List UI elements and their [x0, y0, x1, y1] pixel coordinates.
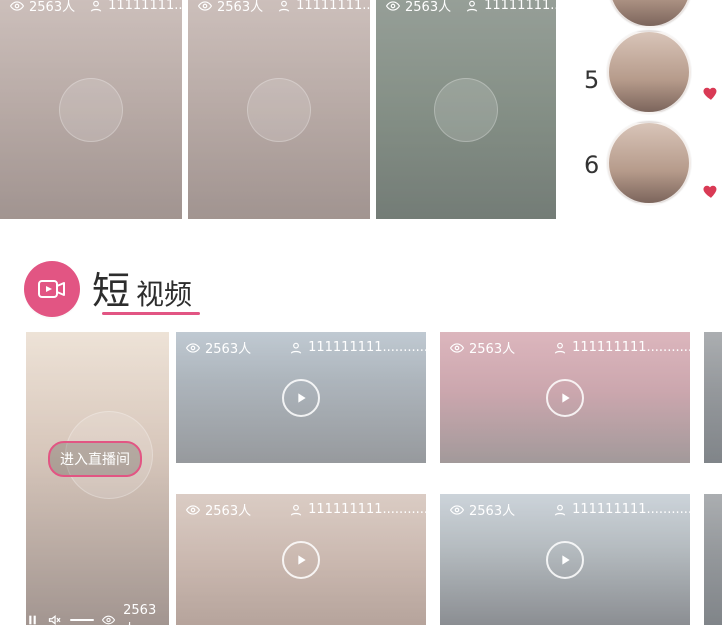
- user-icon: [278, 0, 290, 12]
- views-count-2: 2563人: [217, 0, 264, 15]
- play-icon: [298, 554, 306, 565]
- grid-user-id-4: 111111111...................: [572, 502, 690, 517]
- portrait-placeholder-1: [59, 77, 123, 142]
- views-stat-2: 2563人: [198, 0, 263, 15]
- featured-video-tile[interactable]: [26, 332, 169, 625]
- grid-video-tile-3[interactable]: 2563人 111111111................: [176, 494, 426, 625]
- grid-user-1: 111111111................: [289, 340, 426, 355]
- grid-views-4: 2563人: [450, 500, 515, 519]
- portrait-placeholder-3: [434, 77, 498, 142]
- play-button[interactable]: [282, 540, 320, 579]
- eye-icon: [198, 0, 212, 11]
- partial-video-tile-bottom[interactable]: [704, 494, 722, 625]
- eye-icon: [450, 342, 464, 353]
- grid-video-tile-1[interactable]: 2563人 111111111................: [176, 332, 426, 463]
- rank-avatar-top[interactable]: [608, 0, 692, 28]
- partial-video-tile-top[interactable]: [704, 332, 722, 463]
- grid-views-count-3: 2563人: [205, 504, 252, 519]
- top-stats-1: 2563人 11111111.....: [10, 0, 182, 15]
- user-id-3: 11111111.....: [484, 0, 556, 13]
- views-count-1: 2563人: [29, 0, 76, 15]
- rank-avatar-5[interactable]: [607, 30, 691, 114]
- views-stat-1: 2563人: [10, 0, 75, 15]
- grid-user-4: 111111111...................: [553, 502, 690, 517]
- grid-user-id-1: 111111111................: [308, 340, 426, 355]
- section-title-suffix: 视频: [136, 278, 193, 311]
- grid-views-count-2: 2563人: [469, 342, 516, 357]
- short-video-section-header: 短 视频: [24, 257, 200, 317]
- views-stat-3: 2563人: [386, 0, 451, 15]
- featured-views: 2563人: [123, 603, 157, 637]
- user-icon: [290, 342, 302, 354]
- grid-user-2: 111111111...................: [553, 340, 690, 355]
- video-icon: [38, 280, 65, 298]
- eye-icon: [386, 0, 400, 11]
- play-button[interactable]: [282, 378, 320, 417]
- user-stat-3: 11111111.....: [465, 0, 556, 13]
- views-count-3: 2563人: [405, 0, 452, 15]
- video-badge: [24, 261, 80, 317]
- user-icon: [466, 0, 478, 12]
- top-photo-tile-2[interactable]: 2563人 11111111.....: [188, 0, 370, 219]
- rank-number-6: 6: [584, 151, 600, 179]
- section-title: 短 视频: [92, 260, 192, 315]
- play-icon: [298, 392, 306, 403]
- enter-live-room-button[interactable]: 进入直播间: [48, 441, 142, 477]
- rank-number-5: 5: [584, 66, 600, 94]
- eye-icon: [186, 504, 200, 515]
- play-icon: [562, 392, 570, 403]
- section-title-main: 短: [92, 269, 131, 313]
- featured-controls: 2563人: [26, 603, 166, 637]
- grid-video-tile-2[interactable]: 2563人 111111111...................: [440, 332, 690, 463]
- play-button[interactable]: [546, 378, 584, 417]
- eye-icon: [450, 504, 464, 515]
- eye-icon: [186, 342, 200, 353]
- rank-avatar-6[interactable]: [607, 121, 691, 205]
- heart-icon[interactable]: [701, 84, 721, 102]
- grid-user-id-3: 111111111................: [308, 502, 426, 517]
- section-underline: [102, 312, 200, 315]
- eye-icon: [10, 0, 24, 11]
- heart-icon[interactable]: [701, 182, 721, 200]
- grid-views-2: 2563人: [450, 338, 515, 357]
- grid-user-3: 111111111................: [289, 502, 426, 517]
- mute-icon[interactable]: [47, 612, 62, 628]
- user-id-2: 11111111.....: [296, 0, 370, 13]
- grid-stats-2: 2563人 111111111...................: [450, 338, 690, 357]
- top-photo-tile-3[interactable]: 2563人 11111111.....: [376, 0, 556, 219]
- user-icon: [290, 504, 302, 516]
- grid-views-count-4: 2563人: [469, 504, 516, 519]
- grid-video-tile-4[interactable]: 2563人 111111111...................: [440, 494, 690, 625]
- play-icon: [562, 554, 570, 565]
- grid-views-1: 2563人: [186, 338, 251, 357]
- play-button[interactable]: [546, 540, 584, 579]
- user-id-1: 11111111.....: [108, 0, 182, 13]
- user-stat-2: 11111111.....: [277, 0, 370, 13]
- portrait-placeholder-2: [247, 77, 311, 142]
- progress-line: [69, 619, 95, 621]
- top-stats-2: 2563人 11111111.....: [198, 0, 370, 15]
- grid-stats-1: 2563人 111111111................: [186, 338, 426, 357]
- user-icon: [554, 342, 566, 354]
- grid-user-id-2: 111111111...................: [572, 340, 690, 355]
- user-icon: [554, 504, 566, 516]
- user-stat-1: 11111111.....: [89, 0, 182, 13]
- grid-stats-3: 2563人 111111111................: [186, 500, 426, 519]
- top-stats-3: 2563人 11111111.....: [386, 0, 556, 15]
- grid-views-count-1: 2563人: [205, 342, 252, 357]
- grid-stats-4: 2563人 111111111...................: [450, 500, 690, 519]
- grid-views-3: 2563人: [186, 500, 251, 519]
- top-photo-tile-1[interactable]: 2563人 11111111.....: [0, 0, 182, 219]
- user-icon: [90, 0, 102, 12]
